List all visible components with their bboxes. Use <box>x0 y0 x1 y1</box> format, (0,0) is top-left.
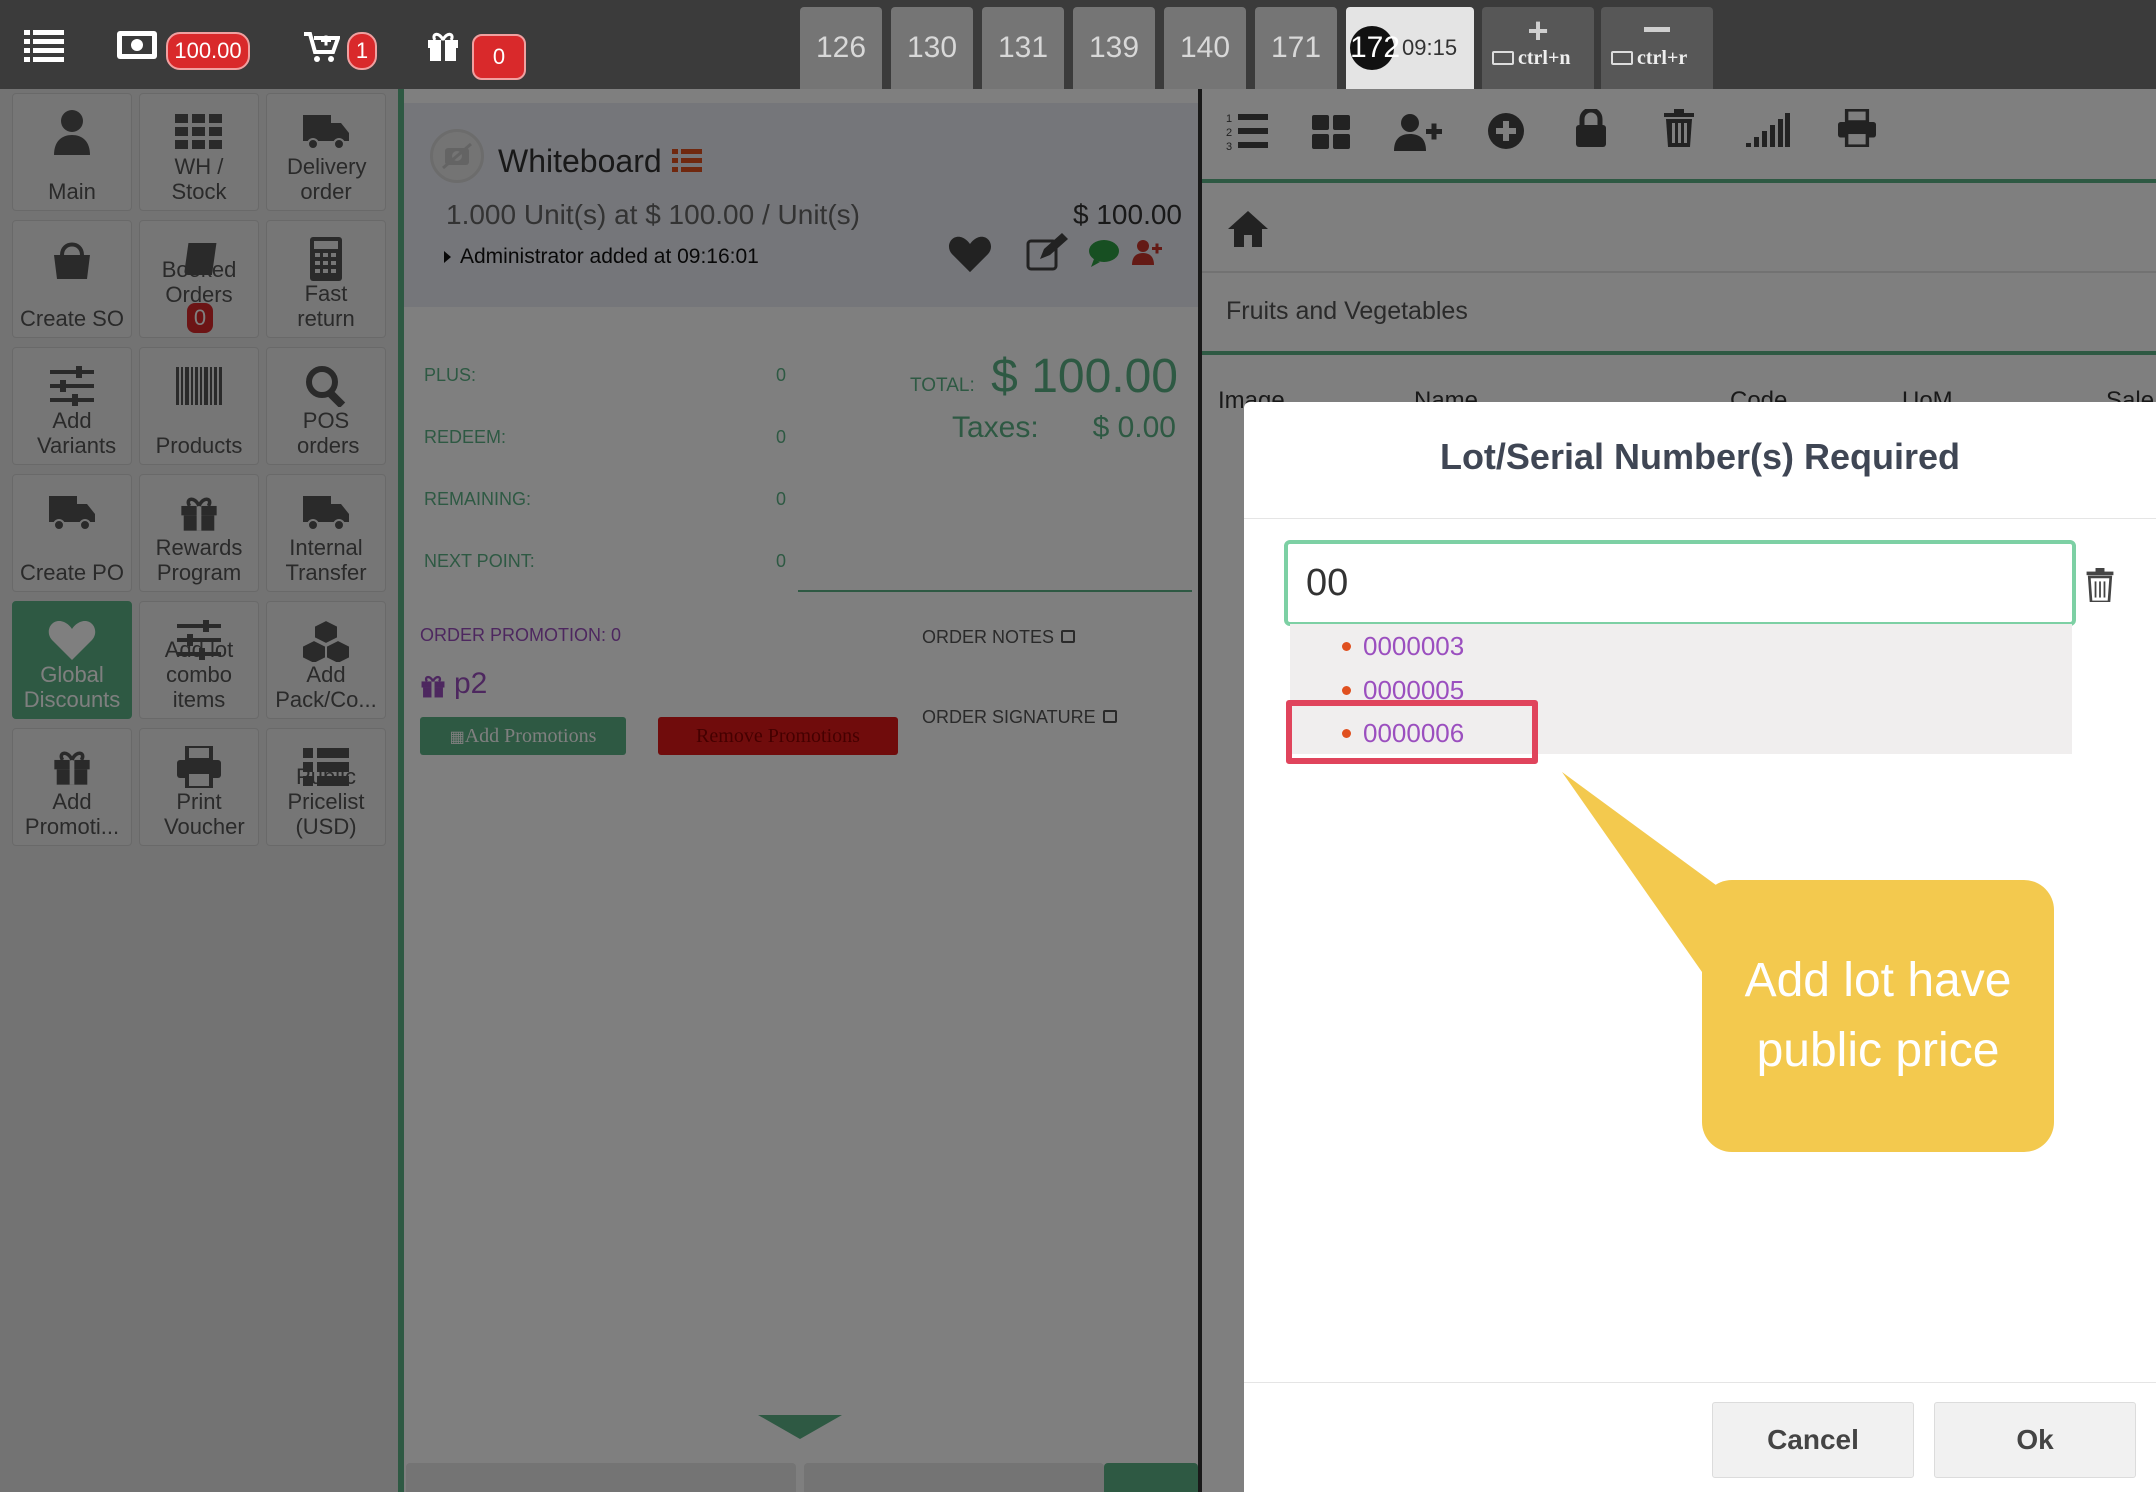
new-order-shortcut: ctrl+n <box>1518 47 1571 69</box>
order-tab-140[interactable]: 140 <box>1164 7 1246 89</box>
new-order-button[interactable]: + ctrl+n <box>1482 7 1594 89</box>
order-tab-171[interactable]: 171 <box>1255 7 1337 89</box>
cash-amount-badge: 100.00 <box>166 32 250 70</box>
highlight-box <box>1286 700 1538 764</box>
dialog-footer-divider <box>1244 1382 2156 1383</box>
remove-order-shortcut: ctrl+r <box>1637 47 1688 69</box>
order-tab-126[interactable]: 126 <box>800 7 882 89</box>
order-tab-139[interactable]: 139 <box>1073 7 1155 89</box>
active-tab-number: 172 <box>1350 26 1400 70</box>
cash-button[interactable] <box>116 30 158 65</box>
cancel-button[interactable]: Cancel <box>1712 1402 1914 1478</box>
gift-button[interactable] <box>426 30 460 67</box>
cart-plus-icon <box>304 32 341 62</box>
top-bar: 100.00 1 0 126 130 131 139 140 171 172 0… <box>0 0 2156 89</box>
order-tab-130[interactable]: 130 <box>891 7 973 89</box>
gift-count-badge: 0 <box>472 34 526 80</box>
money-icon <box>117 31 157 59</box>
bullet-icon <box>1342 641 1351 651</box>
keyboard-icon <box>1492 51 1514 65</box>
cart-button[interactable] <box>302 30 341 69</box>
menu-icon[interactable] <box>24 28 64 62</box>
plus-icon: + <box>1527 10 1549 51</box>
bullet-icon <box>1342 685 1351 695</box>
annotation-callout: Add lot have public price <box>1702 880 2054 1152</box>
minus-icon <box>1644 27 1670 32</box>
lot-suggestion-item[interactable]: 0000003 <box>1290 626 1464 666</box>
dialog-title: Lot/Serial Number(s) Required <box>1439 436 1961 477</box>
cart-count-badge: 1 <box>347 32 377 70</box>
gift-icon <box>428 32 458 61</box>
keyboard-icon <box>1611 51 1633 65</box>
active-tab-time: 09:15 <box>1402 35 1458 60</box>
remove-order-button[interactable]: ctrl+r <box>1601 7 1713 89</box>
lot-number-input[interactable] <box>1284 540 2076 626</box>
lot-suggestion-label: 0000003 <box>1363 631 1465 661</box>
order-tab-131[interactable]: 131 <box>982 7 1064 89</box>
ok-button[interactable]: Ok <box>1934 1402 2136 1478</box>
dialog-header-divider <box>1244 518 2156 519</box>
trash-icon[interactable] <box>2086 568 2114 607</box>
order-tab-active[interactable]: 172 09:15 <box>1346 7 1474 89</box>
